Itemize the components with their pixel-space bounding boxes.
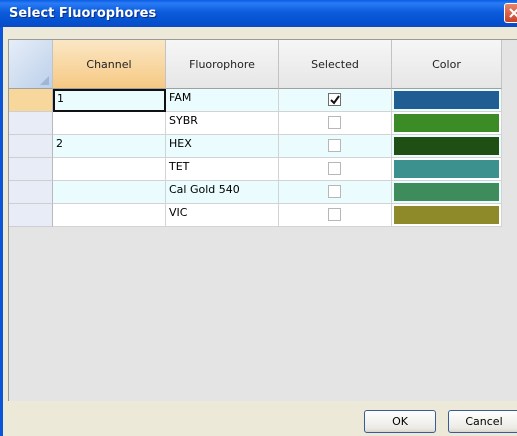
table-row[interactable]: VIC <box>9 204 517 227</box>
color-cell[interactable] <box>392 204 502 227</box>
selected-cell[interactable] <box>279 181 392 204</box>
select-fluorophores-dialog: Select Fluorophores Channel Fluorophore … <box>0 0 517 436</box>
column-header-channel[interactable]: Channel <box>53 40 166 89</box>
column-header-fluorophore[interactable]: Fluorophore <box>166 40 279 89</box>
title-bar[interactable]: Select Fluorophores <box>0 0 517 27</box>
fluorophore-cell[interactable]: Cal Gold 540 <box>166 181 279 204</box>
color-cell[interactable] <box>392 135 502 158</box>
channel-cell[interactable] <box>53 112 166 135</box>
table-row[interactable]: SYBR <box>9 112 517 135</box>
fluorophore-cell[interactable]: VIC <box>166 204 279 227</box>
table-row[interactable]: 2 HEX <box>9 135 517 158</box>
row-header[interactable] <box>9 204 53 227</box>
table-row[interactable]: Cal Gold 540 <box>9 181 517 204</box>
color-swatch[interactable] <box>394 183 499 201</box>
row-header[interactable] <box>9 112 53 135</box>
ok-button[interactable]: OK <box>364 410 436 433</box>
cancel-button[interactable]: Cancel <box>448 410 517 433</box>
channel-cell[interactable]: 1 <box>53 89 166 112</box>
dialog-footer: OK Cancel <box>8 401 517 436</box>
fluorophore-cell[interactable]: TET <box>166 158 279 181</box>
selected-cell[interactable] <box>279 112 392 135</box>
fluorophore-cell[interactable]: FAM <box>166 89 279 112</box>
selected-checkbox[interactable] <box>328 93 341 106</box>
selected-checkbox[interactable] <box>328 116 341 129</box>
select-all-corner[interactable] <box>9 40 53 89</box>
selected-cell[interactable] <box>279 204 392 227</box>
color-cell[interactable] <box>392 181 502 204</box>
selected-checkbox[interactable] <box>328 139 341 152</box>
fluorophore-cell[interactable]: HEX <box>166 135 279 158</box>
row-header[interactable] <box>9 135 53 158</box>
table-row[interactable]: 1 FAM <box>9 89 517 112</box>
channel-cell[interactable] <box>53 158 166 181</box>
selected-checkbox[interactable] <box>328 162 341 175</box>
selected-cell[interactable] <box>279 158 392 181</box>
dialog-title: Select Fluorophores <box>9 6 157 21</box>
channel-cell[interactable] <box>53 204 166 227</box>
color-cell[interactable] <box>392 158 502 181</box>
column-header-color[interactable]: Color <box>392 40 502 89</box>
selected-checkbox[interactable] <box>328 185 341 198</box>
fluorophore-cell[interactable]: SYBR <box>166 112 279 135</box>
color-swatch[interactable] <box>394 114 499 132</box>
channel-cell[interactable] <box>53 181 166 204</box>
color-cell[interactable] <box>392 112 502 135</box>
row-header[interactable] <box>9 158 53 181</box>
color-swatch[interactable] <box>394 91 499 109</box>
fluorophore-grid: Channel Fluorophore Selected Color 1 FAM S… <box>8 39 517 402</box>
row-header[interactable] <box>9 89 53 112</box>
color-cell[interactable] <box>392 89 502 112</box>
checkmark-icon <box>330 95 340 105</box>
selected-checkbox[interactable] <box>328 208 341 221</box>
grid-header-row: Channel Fluorophore Selected Color <box>9 40 517 89</box>
color-swatch[interactable] <box>394 160 499 178</box>
row-header[interactable] <box>9 181 53 204</box>
color-swatch[interactable] <box>394 206 499 224</box>
column-header-selected[interactable]: Selected <box>279 40 392 89</box>
color-swatch[interactable] <box>394 137 499 155</box>
close-button[interactable] <box>504 3 517 23</box>
channel-cell[interactable]: 2 <box>53 135 166 158</box>
selected-cell[interactable] <box>279 89 392 112</box>
selected-cell[interactable] <box>279 135 392 158</box>
close-icon <box>509 8 517 18</box>
table-row[interactable]: TET <box>9 158 517 181</box>
corner-triangle-icon <box>40 76 49 85</box>
